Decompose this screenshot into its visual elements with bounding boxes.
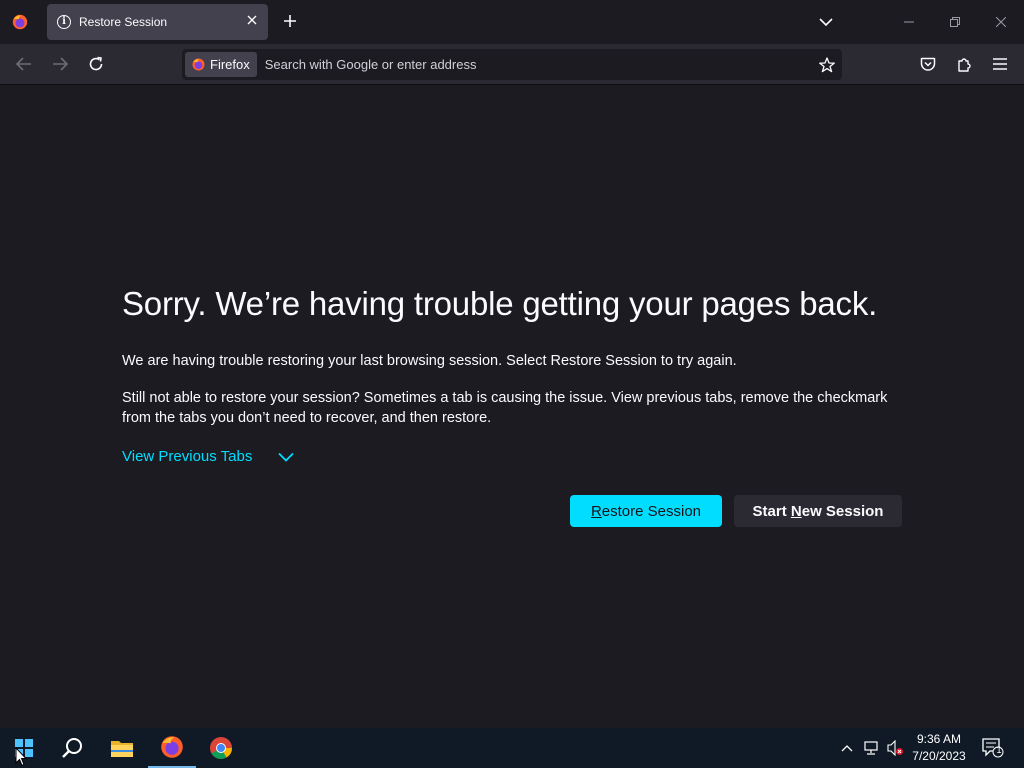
list-all-tabs-button[interactable] <box>814 10 838 34</box>
restore-session-page: Sorry. We’re having trouble getting your… <box>0 86 1024 728</box>
clock-date: 7/20/2023 <box>912 749 966 763</box>
search-icon <box>62 738 82 758</box>
accesskey-n: N <box>790 502 802 520</box>
chevron-down-icon <box>278 452 294 462</box>
navigation-toolbar: Firefox <box>0 44 1024 85</box>
info-icon: i <box>57 15 71 29</box>
minimize-button[interactable] <box>899 12 919 32</box>
plus-icon <box>284 15 296 27</box>
restore-session-label: estore Session <box>601 502 702 520</box>
start-new-session-button[interactable]: Start New Session <box>734 495 902 527</box>
start-new-session-label-a: Start <box>752 502 791 520</box>
notification-count-badge: 1 <box>996 745 1002 755</box>
taskbar: 9:36 AM 7/20/2023 1 <box>0 728 1024 768</box>
view-previous-tabs-label: View Previous Tabs <box>122 448 253 465</box>
reload-button[interactable] <box>84 52 108 76</box>
identity-label: Firefox <box>210 57 250 72</box>
close-window-button[interactable] <box>991 12 1011 32</box>
network-icon <box>864 741 878 755</box>
restore-icon <box>950 17 960 27</box>
restore-session-button[interactable]: Restore Session <box>570 495 722 527</box>
back-button[interactable] <box>12 52 36 76</box>
file-explorer-button[interactable] <box>98 728 146 768</box>
file-explorer-icon <box>111 741 133 757</box>
url-bar[interactable]: Firefox <box>182 49 842 80</box>
back-arrow-icon <box>16 57 31 71</box>
description-text: We are having trouble restoring your las… <box>122 353 737 369</box>
firefox-menu-icon[interactable] <box>8 10 32 34</box>
chevron-down-icon <box>819 18 833 27</box>
mouse-cursor-icon <box>15 747 27 767</box>
clock-time: 9:36 AM <box>916 732 962 746</box>
tab-strip: i Restore Session <box>0 0 1024 44</box>
volume-button[interactable] <box>884 728 906 768</box>
firefox-icon <box>192 58 205 71</box>
bookmark-button[interactable] <box>812 53 842 77</box>
new-tab-button[interactable] <box>279 10 301 32</box>
forward-arrow-icon <box>53 57 68 71</box>
app-menu-button[interactable] <box>988 52 1012 76</box>
network-button[interactable] <box>861 728 881 768</box>
show-hidden-icons-button[interactable] <box>838 728 856 768</box>
hamburger-menu-icon <box>993 58 1007 70</box>
chevron-up-icon <box>841 745 853 752</box>
minimize-icon <box>904 21 914 23</box>
extensions-icon <box>958 58 971 72</box>
firefox-icon <box>161 736 183 758</box>
action-center-button[interactable]: 1 <box>980 728 1006 768</box>
volume-muted-icon <box>887 740 903 756</box>
star-icon <box>819 56 835 72</box>
start-new-session-label-b: ew Session <box>801 502 884 520</box>
pocket-icon <box>920 57 936 71</box>
tab-restore-session[interactable]: i Restore Session <box>47 4 268 40</box>
close-icon[interactable] <box>246 13 258 31</box>
chrome-taskbar-button[interactable] <box>197 728 245 768</box>
search-button[interactable] <box>48 728 96 768</box>
close-window-icon <box>996 17 1006 27</box>
address-input[interactable] <box>256 57 812 72</box>
restore-button[interactable] <box>945 12 965 32</box>
identity-box[interactable]: Firefox <box>185 52 257 77</box>
view-previous-tabs-toggle[interactable]: View Previous Tabs <box>122 448 294 465</box>
tab-title: Restore Session <box>79 15 168 29</box>
firefox-taskbar-button[interactable] <box>148 728 196 768</box>
chrome-icon <box>210 737 232 759</box>
help-text: Still not able to restore your session? … <box>122 390 888 426</box>
page-title: Sorry. We’re having trouble getting your… <box>122 285 878 322</box>
pocket-button[interactable] <box>916 52 940 76</box>
taskbar-clock[interactable]: 9:36 AM 7/20/2023 <box>906 731 972 765</box>
accesskey-r: R <box>590 502 602 520</box>
reload-icon <box>89 56 103 71</box>
extensions-button[interactable] <box>952 52 976 76</box>
forward-button[interactable] <box>48 52 72 76</box>
